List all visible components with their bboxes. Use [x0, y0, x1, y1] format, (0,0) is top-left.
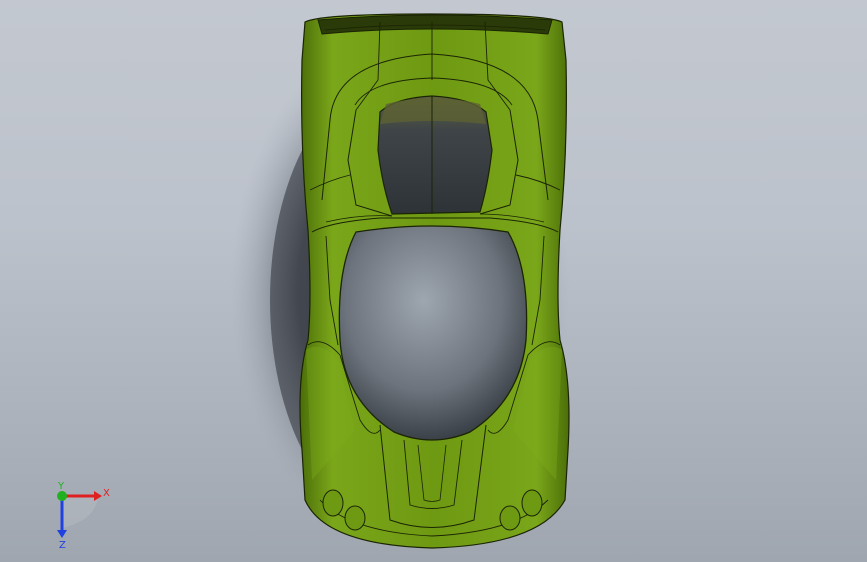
- tail-light-left-outer: [322, 489, 344, 517]
- axis-triad: X Y Z: [57, 481, 110, 550]
- z-axis-label: Z: [59, 540, 66, 550]
- x-axis-label: X: [103, 488, 110, 499]
- tail-light-right-outer: [521, 489, 543, 517]
- windshield-top-band: [380, 98, 486, 124]
- rear-cutout: [338, 225, 528, 441]
- triad-plane: [62, 496, 98, 528]
- y-axis-label: Y: [57, 481, 65, 492]
- tail-light-right-inner: [499, 505, 521, 531]
- z-axis-arrow-icon: [57, 530, 67, 538]
- y-axis-dot-icon: [57, 491, 67, 501]
- car-body-model[interactable]: [299, 13, 570, 549]
- x-axis-arrow-icon: [94, 491, 102, 501]
- tail-light-left-inner: [344, 505, 366, 531]
- graphics-viewport[interactable]: [0, 0, 867, 562]
